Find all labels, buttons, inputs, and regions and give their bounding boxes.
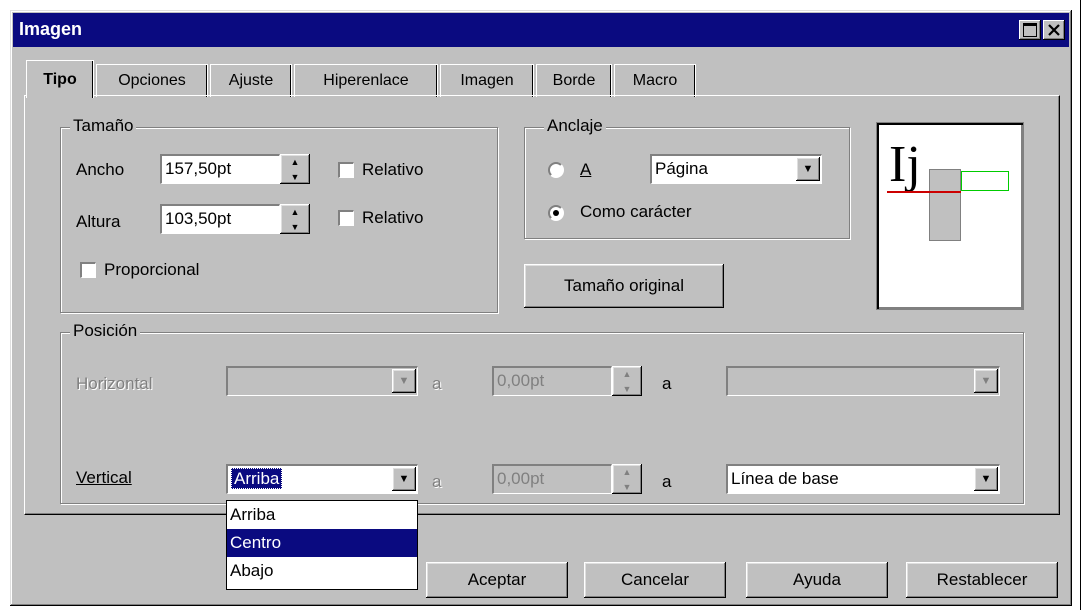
chevron-down-icon[interactable]: ▼ (974, 369, 998, 393)
dropdown-option-arriba[interactable]: Arriba (227, 501, 417, 529)
tab-borde[interactable]: Borde (536, 64, 612, 97)
spin-down-icon[interactable]: ▼ (280, 169, 310, 184)
anchor-a-radio[interactable] (548, 162, 564, 178)
help-button[interactable]: Ayuda (746, 562, 888, 598)
tab-imagen[interactable]: Imagen (440, 64, 534, 97)
dropdown-option-centro[interactable]: Centro (227, 529, 417, 557)
preview-image-placeholder (929, 169, 961, 241)
horizontal-select[interactable]: ▼ (226, 366, 418, 396)
tab-ajuste[interactable]: Ajuste (210, 64, 292, 97)
tab-tipo[interactable]: Tipo (26, 60, 94, 98)
spin-up-icon[interactable]: ▲ (612, 366, 642, 381)
chevron-down-icon[interactable]: ▼ (796, 157, 820, 181)
vertical-label: Vertical (76, 468, 132, 487)
height-label: Altura (76, 212, 121, 231)
close-button[interactable] (1043, 20, 1065, 40)
tab-label: Opciones (118, 72, 186, 89)
vertical-offset-spinner[interactable]: ▲ ▼ (612, 464, 642, 494)
anchor-char-label: Como carácter (580, 202, 692, 221)
horizontal-offset-input[interactable]: 0,00pt (492, 366, 612, 396)
anchor-group-label: Anclaje (544, 116, 606, 136)
width-label: Ancho (76, 160, 125, 179)
ok-button[interactable]: Aceptar (426, 562, 568, 598)
tab-label: Macro (632, 72, 678, 89)
preview-glyphs: Ij (889, 136, 921, 193)
preview-baseline (887, 191, 961, 193)
spin-up-icon[interactable]: ▲ (612, 464, 642, 479)
reset-button[interactable]: Restablecer (906, 562, 1058, 598)
vertical-ref-value: Línea de base (731, 469, 839, 488)
preview-box: Ij (876, 122, 1024, 310)
spin-down-icon[interactable]: ▼ (280, 219, 310, 234)
anchor-a-label: A (580, 160, 592, 179)
spin-down-icon[interactable]: ▼ (612, 381, 642, 396)
position-group-label: Posición (70, 321, 141, 341)
close-icon (1048, 24, 1060, 36)
maximize-button[interactable] (1019, 20, 1041, 40)
height-input[interactable]: 103,50pt (160, 204, 280, 234)
height-relative-label: Relativo (362, 208, 424, 227)
spin-down-icon[interactable]: ▼ (612, 479, 642, 494)
vertical-ref-select[interactable]: Línea de base ▼ (726, 464, 1000, 494)
vertical-to2-label: a (662, 472, 672, 491)
width-spinner[interactable]: ▲ ▼ (280, 154, 310, 184)
width-input[interactable]: 157,50pt (160, 154, 280, 184)
vertical-select-value: Arriba (231, 468, 283, 489)
proportional-checkbox[interactable] (80, 262, 96, 278)
maximize-icon (1023, 23, 1037, 37)
horizontal-to-label: a (432, 374, 442, 393)
dropdown-option-abajo[interactable]: Abajo (227, 557, 417, 585)
tab-label: Hiperenlace (323, 72, 409, 89)
height-relative-checkbox[interactable] (338, 210, 354, 226)
tab-label: Borde (552, 72, 596, 89)
width-relative-label: Relativo (362, 160, 424, 179)
window-title: Imagen (19, 19, 83, 39)
tab-opciones[interactable]: Opciones (96, 64, 208, 97)
title-bar[interactable]: Imagen (13, 13, 1069, 47)
tab-macro[interactable]: Macro (614, 64, 696, 97)
anchor-char-radio[interactable] (548, 205, 564, 221)
preview-frame (961, 171, 1009, 191)
window-edge-line (1080, 0, 1081, 610)
horizontal-label: Horizontal (76, 374, 153, 393)
chevron-down-icon[interactable]: ▼ (974, 467, 998, 491)
chevron-down-icon[interactable]: ▼ (392, 467, 416, 491)
horizontal-to2-label: a (662, 374, 672, 393)
vertical-to-label: a (432, 472, 442, 491)
tab-label: Tipo (43, 70, 77, 88)
spin-up-icon[interactable]: ▲ (280, 154, 310, 169)
tab-label: Imagen (460, 72, 514, 89)
width-relative-checkbox[interactable] (338, 162, 354, 178)
vertical-dropdown-list: Arriba Centro Abajo (226, 500, 418, 590)
anchor-a-select-value: Página (655, 159, 708, 178)
proportional-label: Proporcional (104, 260, 200, 279)
anchor-a-select[interactable]: Página ▼ (650, 154, 822, 184)
original-size-button[interactable]: Tamaño original (524, 264, 724, 308)
size-group-label: Tamaño (70, 116, 137, 136)
horizontal-ref-select[interactable]: ▼ (726, 366, 1000, 396)
cancel-button[interactable]: Cancelar (584, 562, 726, 598)
chevron-down-icon[interactable]: ▼ (392, 369, 416, 393)
height-spinner[interactable]: ▲ ▼ (280, 204, 310, 234)
vertical-select[interactable]: Arriba ▼ (226, 464, 418, 494)
spin-up-icon[interactable]: ▲ (280, 204, 310, 219)
tab-label: Ajuste (228, 72, 274, 89)
horizontal-offset-spinner[interactable]: ▲ ▼ (612, 366, 642, 396)
vertical-offset-input[interactable]: 0,00pt (492, 464, 612, 494)
tab-hiperenlace[interactable]: Hiperenlace (294, 64, 438, 97)
